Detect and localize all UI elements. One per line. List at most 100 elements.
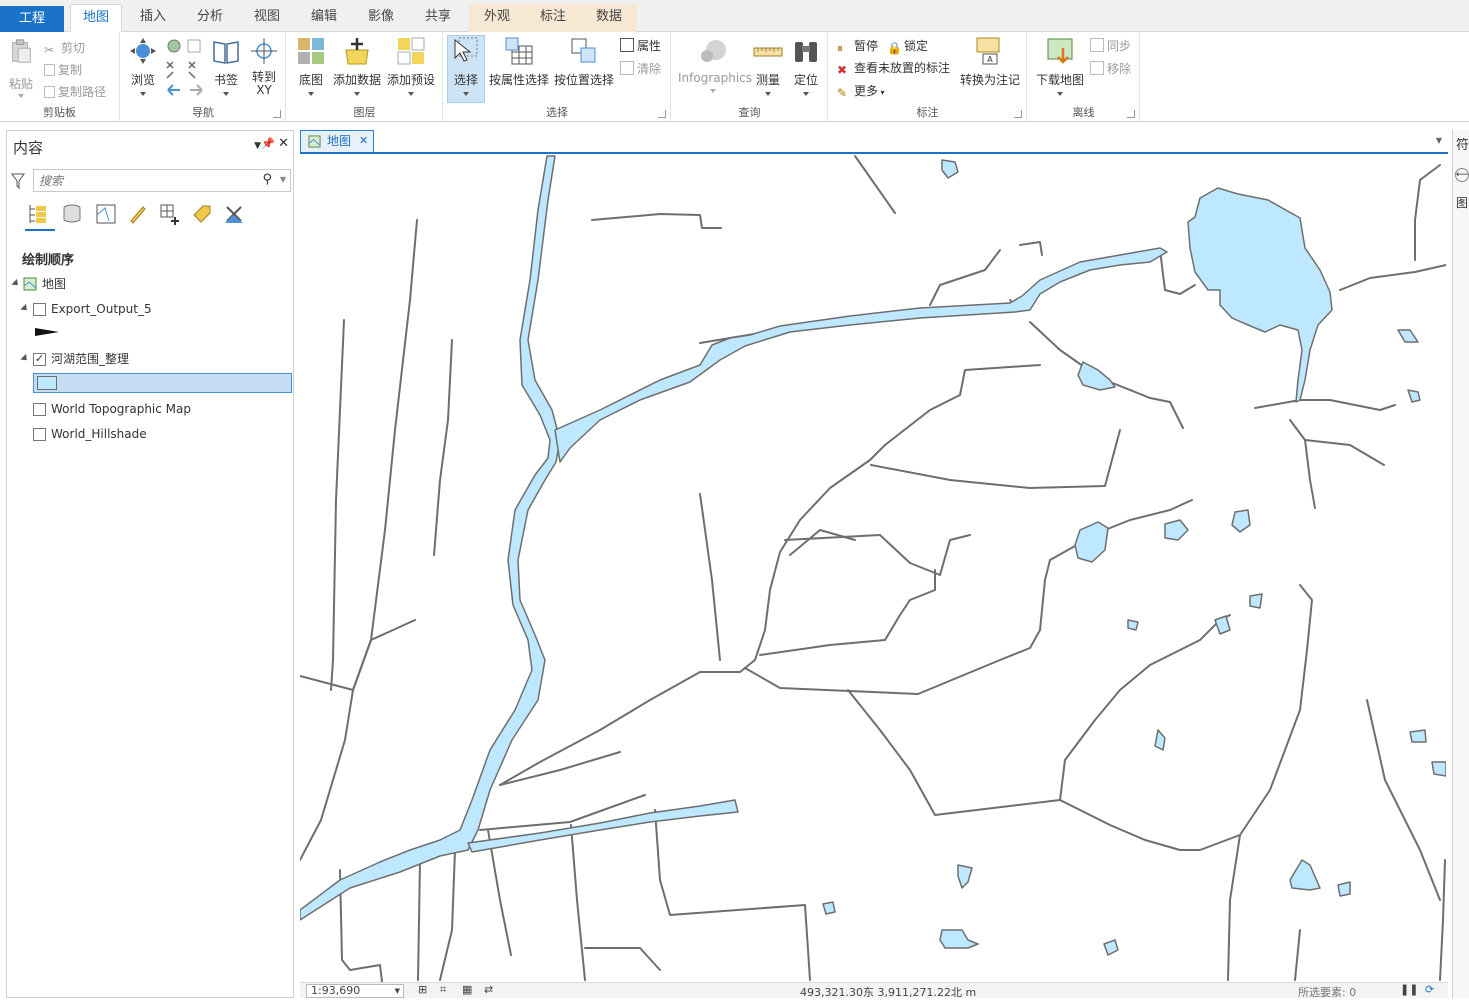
tab-imagery[interactable]: 影像 [356,4,406,32]
sync-button[interactable]: 同步 [1090,36,1131,56]
expand-triangle-icon[interactable] [20,353,30,364]
tab-share[interactable]: 共享 [413,4,463,32]
bookmarks-label: 书签 [213,73,238,87]
close-icon[interactable]: ✕ [359,131,368,151]
chevron-down-icon[interactable]: ▼ [1436,136,1442,145]
toc-layer-row[interactable]: ✓ 河湖范围_整理 [7,348,293,370]
visibility-checkbox[interactable]: ✓ [33,353,46,366]
copy-button[interactable]: 复制 [44,60,82,80]
chevron-down-icon: ▼ [394,987,400,995]
clear-button[interactable]: 清除 [620,59,661,79]
layer-name: Export_Output_5 [51,302,152,316]
bookmarks-button[interactable]: 书签 [209,36,243,96]
locate-button[interactable]: 定位 [788,36,824,96]
scale-selector[interactable]: 1:93,690 ▼ [306,984,404,998]
add-data-button[interactable]: 添加数据 [331,36,383,96]
tab-appearance[interactable]: 外观 [469,4,525,32]
tab-view[interactable]: 视图 [242,4,292,32]
list-by-perspective-imagery-icon[interactable] [223,203,245,225]
polygon-symbol-row[interactable] [33,373,292,393]
copy-path-icon [44,86,55,98]
copy-path-button[interactable]: 复制路径 [44,82,106,102]
locate-label: 定位 [793,73,818,87]
table-icon[interactable]: ▦ [462,983,472,996]
visibility-checkbox[interactable] [33,428,46,441]
tab-labeling[interactable]: 标注 [525,4,581,32]
map-icon [23,277,37,291]
pane-menu-icon[interactable]: ▼ [254,141,261,151]
pause-label: 暂停 [854,39,879,53]
search-icon[interactable]: ⚲ [262,172,272,187]
pin-icon[interactable]: 📌 [261,137,275,150]
convert-to-annotation-button[interactable]: A 转换为注记 [957,36,1023,88]
list-by-snapping-icon[interactable] [159,203,181,225]
active-tool-indicator [25,229,55,231]
filter-icon[interactable] [11,173,25,189]
snap-icon[interactable]: ⌗ [440,983,446,997]
measure-label: 测量 [755,73,780,87]
pause-labels-icon: ⏸ [837,41,844,55]
group-labeling: ⏸ 暂停 🔒 锁定 ✖ 查看未放置的标注 ✎ 更多 ▾ A 转换为注记 标注 [829,32,1027,122]
tab-insert[interactable]: 插入 [128,4,178,32]
download-map-button[interactable]: 下载地图 [1032,36,1088,96]
grid-icon[interactable]: ⊞ [418,983,427,996]
pause-labels-button[interactable]: ⏸ 暂停 [837,36,878,56]
list-by-selection-icon[interactable] [95,203,117,225]
tab-map[interactable]: 地图 [70,4,122,32]
list-by-editing-icon[interactable] [127,203,149,225]
drawing-order-heading: 绘制顺序 [22,253,75,268]
map-canvas[interactable] [300,154,1446,982]
close-icon[interactable]: ✕ [278,136,289,151]
group-label: 离线 [1072,106,1095,119]
basemap-button[interactable]: 底图 [293,36,329,96]
infographics-button[interactable]: Infographics [678,36,752,93]
select-button[interactable]: 选择 [447,35,485,103]
list-by-labeling-icon[interactable] [191,203,213,225]
toc-layer-row[interactable]: World_Hillshade [7,423,293,445]
explore-label: 浏览 [130,73,155,87]
status-bar: 1:93,690 ▼ ⊞ ⌗ ▦ ⇄ 493,321.30东 3,911,271… [300,982,1448,999]
toc-layer-row[interactable]: Export_Output_5 [7,298,293,320]
pane-label: 图 [1456,196,1469,210]
remove-button[interactable]: 移除 [1090,59,1131,79]
rotate-icon[interactable]: ⇄ [484,983,493,996]
measure-button[interactable]: 测量 [750,36,786,96]
select-by-location-button[interactable]: 按位置选择 [552,36,616,88]
attributes-button[interactable]: 属性 [620,36,661,56]
explore-button[interactable]: 浏览 [127,36,159,96]
polygon-symbol-icon[interactable] [37,376,57,390]
view-unplaced-button[interactable]: ✖ 查看未放置的标注 [837,58,950,78]
list-by-drawing-order-icon[interactable] [27,203,49,225]
lock-icon: 🔒 [887,41,902,55]
navigate-tools-icon[interactable] [165,38,205,98]
list-by-source-icon[interactable] [61,203,83,225]
map-view-tab[interactable]: 地图 ✕ [300,130,374,152]
expand-triangle-icon[interactable] [11,278,21,289]
visibility-checkbox[interactable] [33,403,46,416]
tab-edit[interactable]: 编辑 [299,4,349,32]
paste-button[interactable]: 粘贴 [6,36,36,98]
pause-drawing-icon[interactable]: ❚❚ [1400,983,1418,996]
cut-button[interactable]: ✂ 剪切 [44,38,85,58]
chevron-down-icon[interactable]: ▼ [280,175,286,184]
group-clipboard: 粘贴 ✂ 剪切 复制 复制路径 剪贴板 [0,32,120,122]
unplaced-labels-icon: ✖ [837,63,848,77]
refresh-icon[interactable]: ⟳ [1425,983,1434,996]
search-input[interactable] [34,170,249,191]
visibility-checkbox[interactable] [33,303,46,316]
more-button[interactable]: ✎ 更多 ▾ [837,81,885,101]
select-by-attributes-button[interactable]: 按属性选择 [488,36,550,88]
toc-map-row[interactable]: 地图 [7,273,293,295]
add-preset-button[interactable]: 添加预设 [385,36,437,96]
attribute-table-icon [620,38,634,52]
tab-data[interactable]: 数据 [581,4,637,32]
toc-layer-row[interactable]: World Topographic Map [7,398,293,420]
chevron-down-icon [710,89,716,93]
lock-labels-button[interactable]: 🔒 锁定 [887,36,928,56]
tab-project[interactable]: 工程 [0,6,64,32]
search-box: ⚲ ▼ [33,169,291,192]
back-icon[interactable]: ⟵ [1455,168,1469,182]
tab-analysis[interactable]: 分析 [185,4,235,32]
expand-triangle-icon[interactable] [20,303,30,314]
goto-xy-button[interactable]: 转到 XY [247,36,281,97]
